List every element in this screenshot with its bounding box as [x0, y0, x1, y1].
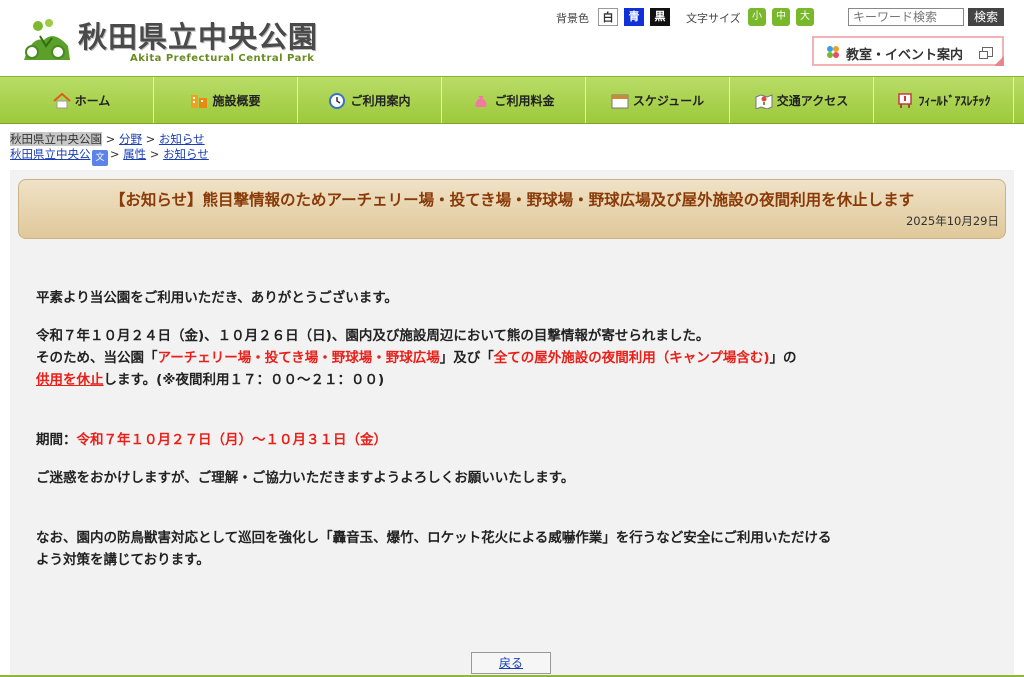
breadcrumb-attribute-link[interactable]: 属性 — [123, 147, 146, 161]
site-subtitle: Akita Prefectural Central Park — [130, 53, 315, 64]
nav-label: ご利用料金 — [494, 94, 555, 108]
nav-item-facilities[interactable]: 施設概要 — [154, 77, 298, 123]
site-header: 秋田県立中央公園 Akita Prefectural Central Park … — [0, 0, 1024, 76]
external-window-icon — [979, 47, 993, 59]
period-label: 期間： — [36, 432, 77, 448]
font-large-button[interactable]: 大 — [796, 8, 814, 26]
accessibility-tools: 背景色 白 青 黒 文字サイズ 小 中 大 — [556, 8, 816, 28]
paragraph: 令和７年１０月２４日（金)、１０月２６日（日)、園内及び施設周辺において熊の目撃… — [36, 328, 710, 344]
signboard-icon — [898, 92, 913, 108]
breadcrumb-separator: > — [145, 132, 156, 146]
period-value: 令和７年１０月２７日（月）～１０月３１日（金） — [76, 432, 388, 448]
bg-blue-button[interactable]: 青 — [624, 8, 644, 26]
breadcrumb-row: 秋田県立中央公 > 属性 > お知らせ — [10, 147, 209, 162]
text-span: 」及び「 — [439, 350, 494, 366]
breadcrumb-separator: > — [149, 147, 160, 161]
nav-item-field-athletics[interactable]: ﾌｨｰﾙﾄﾞｱｽﾚﾁｯｸ — [874, 77, 1014, 123]
paragraph: よう対策を講じております。 — [36, 552, 210, 568]
breadcrumb: 秋田県立中央公園 > 分野 > お知らせ 秋田県立中央公 > 属性 > お知らせ… — [10, 132, 209, 166]
nav-label: ご利用案内 — [350, 94, 411, 108]
building-icon — [191, 94, 208, 108]
corner-mark — [994, 56, 1004, 66]
bg-color-label: 背景色 — [556, 12, 589, 25]
night-use-text: 全ての屋外施設の夜間利用（キャンプ場含む) — [493, 350, 770, 366]
calendar-icon — [611, 94, 629, 108]
article-body: 平素より当公園をご利用いただき、ありがとうございます。 令和７年１０月２４日（金… — [36, 287, 986, 571]
font-medium-button[interactable]: 中 — [772, 8, 790, 26]
nav-item-schedule[interactable]: スケジュール — [586, 77, 730, 123]
nav-item-home[interactable]: ホーム — [10, 77, 154, 123]
period-line: 期間：令和７年１０月２７日（月）～１０月３１日（金） — [36, 429, 986, 451]
event-info-label: 教室・イベント案内 — [846, 48, 964, 63]
breadcrumb-notice-link[interactable]: お知らせ — [163, 147, 209, 161]
text-span: そのため、当公園「 — [36, 350, 158, 366]
flower-icon — [827, 46, 839, 58]
paragraph: 平素より当公園をご利用いただき、ありがとうございます。 — [36, 290, 398, 306]
nav-label: 施設概要 — [212, 94, 261, 108]
back-button[interactable]: 戻る — [471, 652, 551, 674]
breadcrumb-notice-link[interactable]: お知らせ — [159, 132, 205, 146]
nav-label: 交通アクセス — [776, 94, 849, 108]
nav-item-fees[interactable]: ご利用料金 — [442, 77, 586, 123]
breadcrumb-category-link[interactable]: 分野 — [119, 132, 142, 146]
article-title: 【お知らせ】熊目撃情報のためアーチェリー場・投てき場・野球場・野球広場及び屋外施… — [109, 191, 915, 209]
search-button[interactable]: 検索 — [968, 8, 1004, 26]
font-small-button[interactable]: 小 — [748, 8, 766, 26]
clock-icon — [329, 92, 346, 109]
nav-item-access[interactable]: 交通アクセス — [730, 77, 874, 123]
breadcrumb-separator: > — [105, 132, 116, 146]
bg-white-button[interactable]: 白 — [598, 8, 618, 26]
paragraph: なお、園内の防鳥獣害対応として巡回を強化し「轟音玉、爆竹、ロケット花火による威嚇… — [36, 530, 832, 546]
search-input[interactable] — [848, 8, 964, 26]
nav-label: ﾌｨｰﾙﾄﾞｱｽﾚﾁｯｸ — [918, 94, 991, 108]
paragraph: ご迷惑をおかけしますが、ご理解・ご協力いただきますようよろしくお願いいたします。 — [36, 470, 575, 486]
map-icon — [755, 93, 773, 109]
nav-label: ホーム — [74, 94, 111, 108]
global-nav: ホーム 施設概要 ご利用案内 ご利用料金 スケジュール 交通アクセス ﾌｨｰﾙﾄ… — [0, 76, 1024, 124]
translate-icon[interactable]: 文 — [92, 150, 108, 166]
article-header: 【お知らせ】熊目撃情報のためアーチェリー場・投てき場・野球場・野球広場及び屋外施… — [18, 179, 1006, 239]
text-span: 」の — [769, 350, 797, 366]
breadcrumb-home-link[interactable]: 秋田県立中央公 — [10, 147, 91, 161]
site-title: 秋田県立中央公園 — [78, 20, 319, 54]
closed-facilities-text: アーチェリー場・投てき場・野球場・野球広場 — [157, 350, 440, 366]
font-size-label: 文字サイズ — [686, 12, 741, 25]
paragraph: 供用を休止します。(※夜間利用１７：００～２１：００) — [36, 369, 986, 391]
nav-item-usage-guide[interactable]: ご利用案内 — [298, 77, 442, 123]
event-info-link[interactable]: 教室・イベント案内 — [812, 36, 1004, 66]
breadcrumb-home-highlighted[interactable]: 秋田県立中央公園 — [10, 132, 102, 146]
site-logo[interactable]: 秋田県立中央公園 Akita Prefectural Central Park — [18, 8, 338, 66]
money-bag-icon — [475, 95, 487, 107]
park-logo-icon — [24, 19, 70, 60]
paragraph: そのため、当公園「アーチェリー場・投てき場・野球場・野球広場」及び「全ての屋外施… — [36, 347, 986, 369]
home-icon — [53, 92, 71, 108]
nav-label: スケジュール — [632, 94, 705, 108]
suspension-text: 供用を休止 — [36, 372, 104, 388]
article-date: 2025年10月29日 — [905, 214, 999, 228]
breadcrumb-separator: > — [109, 147, 120, 161]
breadcrumb-row: 秋田県立中央公園 > 分野 > お知らせ — [10, 132, 209, 147]
text-span: します。(※夜間利用１７：００～２１：００) — [103, 372, 385, 388]
content-panel: 【お知らせ】熊目撃情報のためアーチェリー場・投てき場・野球場・野球広場及び屋外施… — [10, 170, 1014, 677]
bg-black-button[interactable]: 黒 — [650, 8, 670, 26]
